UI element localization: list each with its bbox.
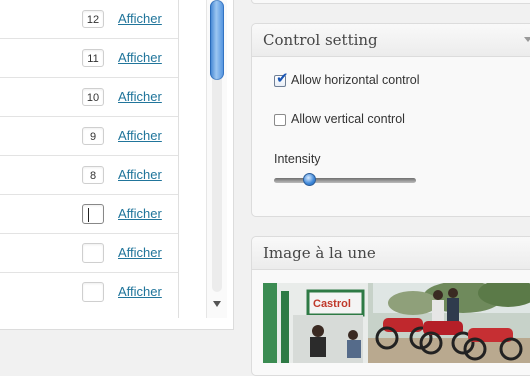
text-caret [88,208,89,222]
scroll-thumb[interactable] [210,0,224,80]
show-link[interactable]: Afficher [118,128,162,143]
widget-title: Image à la une [263,244,376,262]
show-link[interactable]: Afficher [118,206,162,221]
widget-title: Control setting [263,31,378,49]
intensity-slider[interactable] [274,178,416,183]
list-row: 8 Afficher [0,156,178,195]
chevron-down-icon[interactable] [524,37,530,42]
shop-sign-text: Castrol [313,298,351,310]
show-link[interactable]: Afficher [118,284,162,299]
previous-widget-edge [251,0,530,4]
list-row: Afficher [0,234,178,273]
order-input[interactable]: 10 [82,88,104,106]
list-row: Afficher [0,273,178,312]
featured-image[interactable]: Castrol [263,283,530,363]
show-link[interactable]: Afficher [118,89,162,104]
vertical-control-checkbox[interactable] [274,114,286,126]
intensity-label: Intensity [274,152,321,166]
checkmark-icon: ✔ [276,70,289,87]
order-input[interactable]: 11 [82,49,104,67]
order-input[interactable]: 9 [82,127,104,145]
vertical-scrollbar[interactable] [206,0,227,318]
list-row: 10 Afficher [0,78,178,117]
list-row: 9 Afficher [0,117,178,156]
order-input[interactable] [82,282,104,302]
intensity-slider-handle[interactable] [303,173,316,186]
order-input[interactable] [82,204,104,224]
widget-header[interactable]: Image à la une [252,237,530,270]
show-link[interactable]: Afficher [118,11,162,26]
order-input[interactable] [82,243,104,263]
order-input[interactable]: 12 [82,10,104,28]
show-link[interactable]: Afficher [118,50,162,65]
vertical-control-label: Allow vertical control [291,112,405,126]
widget-header[interactable]: Control setting [252,24,530,57]
show-link[interactable]: Afficher [118,167,162,182]
horizontal-control-checkbox[interactable]: ✔ [274,71,289,87]
arrow-down-icon[interactable] [213,301,221,307]
items-list: 12 Afficher 11 Afficher 10 Afficher 9 Af… [0,0,179,318]
list-row: Afficher [0,195,178,234]
order-input[interactable]: 8 [82,166,104,184]
horizontal-control-label: Allow horizontal control [291,73,420,87]
items-list-panel: 12 Afficher 11 Afficher 10 Afficher 9 Af… [0,0,234,330]
control-setting-widget: Control setting ✔ Allow horizontal contr… [251,23,530,217]
show-link[interactable]: Afficher [118,245,162,260]
list-row: 11 Afficher [0,39,178,78]
featured-image-picture: Castrol [263,283,530,363]
featured-image-widget: Image à la une Castrol [251,236,530,376]
list-row: 12 Afficher [0,0,178,39]
